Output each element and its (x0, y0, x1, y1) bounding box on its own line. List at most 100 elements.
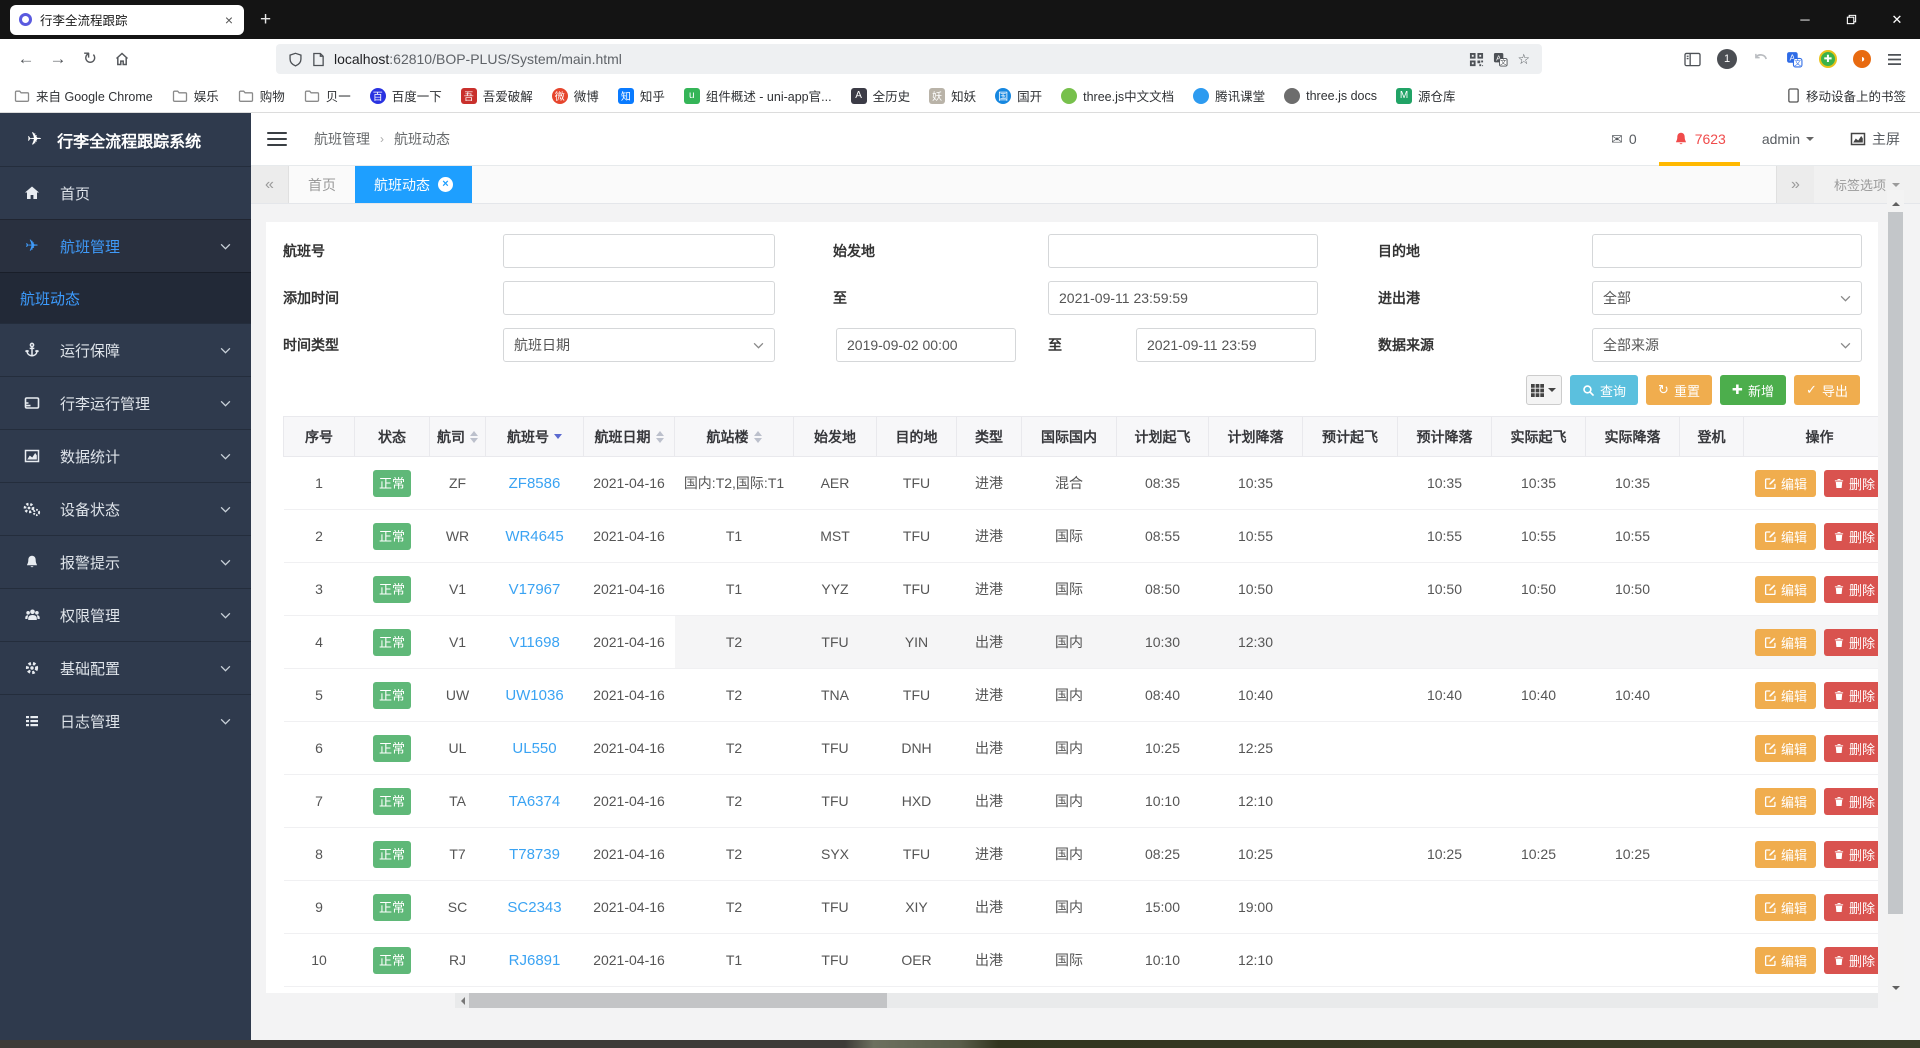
close-button[interactable]: ✕ (1874, 0, 1920, 39)
edit-button[interactable]: 编辑 (1755, 841, 1816, 868)
bookmark-item[interactable]: M源仓库 (1396, 86, 1456, 105)
tab-home[interactable]: 首页 (289, 166, 355, 203)
url-text[interactable]: localhost:62810/BOP-PLUS/System/main.htm… (334, 51, 1460, 67)
bookmark-item[interactable]: 微微博 (552, 86, 599, 105)
scroll-left-arrow-icon[interactable] (457, 997, 465, 1005)
flight-number-link[interactable]: RJ6891 (509, 952, 561, 969)
export-button[interactable]: ✓ 导出 (1794, 375, 1860, 405)
sidebar-toggle-icon[interactable] (1684, 52, 1701, 67)
flight-number-link[interactable]: SC2343 (507, 899, 561, 916)
flight-number-link[interactable]: T78739 (509, 846, 560, 863)
edit-button[interactable]: 编辑 (1755, 523, 1816, 550)
shield-icon[interactable] (288, 52, 303, 67)
destination-input[interactable] (1592, 234, 1862, 268)
edit-button[interactable]: 编辑 (1755, 735, 1816, 762)
orange-extension-icon[interactable]: ◑ (1853, 50, 1871, 68)
bookmark-item[interactable]: 吾吾爱破解 (461, 86, 533, 105)
bookmark-item[interactable]: 妖知妖 (929, 86, 976, 105)
column-header[interactable]: 航班日期 (584, 417, 675, 457)
sidebar-item-gear[interactable]: 基础配置 (0, 641, 251, 694)
edit-button[interactable]: 编辑 (1755, 576, 1816, 603)
home-icon[interactable] (106, 44, 138, 74)
delete-button[interactable]: 删除 (1824, 947, 1878, 974)
flight-number-link[interactable]: WR4645 (505, 528, 563, 545)
edit-button[interactable]: 编辑 (1755, 470, 1816, 497)
bookmark-item[interactable]: 百百度一下 (370, 86, 442, 105)
delete-button[interactable]: 删除 (1824, 841, 1878, 868)
date-to-input[interactable] (1136, 328, 1316, 362)
delete-button[interactable]: 删除 (1824, 629, 1878, 656)
edit-button[interactable]: 编辑 (1755, 788, 1816, 815)
flight-number-link[interactable]: ZF8586 (509, 475, 561, 492)
back-icon[interactable]: ← (10, 44, 42, 74)
sort-icon[interactable] (656, 431, 664, 443)
add-time-input[interactable] (503, 281, 775, 315)
new-tab-button[interactable]: + (260, 9, 271, 31)
delete-button[interactable]: 删除 (1824, 470, 1878, 497)
bookmark-folder[interactable]: 贝一 (304, 86, 351, 105)
sidebar-item-users[interactable]: 权限管理 (0, 588, 251, 641)
reset-button[interactable]: ↻ 重置 (1646, 375, 1712, 405)
flight-number-link[interactable]: TA6374 (509, 793, 560, 810)
translate-icon[interactable]: A文 (1493, 52, 1508, 67)
vertical-scrollbar[interactable] (1887, 190, 1904, 1002)
page-info-icon[interactable] (312, 52, 325, 67)
sidebar-item-home[interactable]: 首页 (0, 166, 251, 219)
extension-badge[interactable]: 1 (1717, 49, 1737, 69)
inout-port-select[interactable]: 全部 (1592, 281, 1862, 315)
bookmark-folder[interactable]: 来自 Google Chrome (14, 86, 153, 105)
bookmark-item[interactable]: 国国开 (995, 86, 1042, 105)
edit-button[interactable]: 编辑 (1755, 894, 1816, 921)
delete-button[interactable]: 删除 (1824, 523, 1878, 550)
add-time-to-input[interactable] (1048, 281, 1318, 315)
delete-button[interactable]: 删除 (1824, 735, 1878, 762)
mail-indicator[interactable]: ✉ 0 (1611, 113, 1637, 166)
maximize-button[interactable] (1828, 0, 1874, 39)
menu-icon[interactable] (1887, 53, 1902, 66)
flight-number-link[interactable]: V17967 (509, 581, 561, 598)
edit-button[interactable]: 编辑 (1755, 947, 1816, 974)
delete-button[interactable]: 删除 (1824, 894, 1878, 921)
add-button[interactable]: ✚ 新增 (1720, 375, 1786, 405)
tab-close-icon[interactable]: × (223, 12, 235, 28)
search-button[interactable]: 查询 (1570, 375, 1638, 405)
reload-icon[interactable]: ↻ (74, 44, 106, 74)
time-type-select[interactable]: 航班日期 (503, 328, 775, 362)
mobile-bookmarks[interactable]: 移动设备上的书签 (1787, 86, 1906, 105)
tabs-scroll-right-icon[interactable]: » (1776, 166, 1814, 203)
tab-options-dropdown[interactable]: 标签选项 (1814, 166, 1920, 203)
sidebar-item-plane[interactable]: ✈航班管理 (0, 219, 251, 272)
bookmark-folder[interactable]: 娱乐 (172, 86, 219, 105)
horizontal-scrollbar-thumb[interactable] (469, 993, 887, 1008)
sidebar-item-gears[interactable]: 设备状态 (0, 482, 251, 535)
scroll-down-arrow-icon[interactable] (1892, 986, 1900, 994)
origin-input[interactable] (1048, 234, 1318, 268)
delete-button[interactable]: 删除 (1824, 682, 1878, 709)
minimize-button[interactable]: ─ (1782, 0, 1828, 39)
sidebar-item-chart[interactable]: 数据统计 (0, 429, 251, 482)
sidebar-item-list[interactable]: 日志管理 (0, 694, 251, 747)
translate-extension-icon[interactable]: A文 (1786, 51, 1803, 68)
scroll-up-arrow-icon[interactable] (1892, 198, 1900, 206)
edit-button[interactable]: 编辑 (1755, 629, 1816, 656)
flight-number-link[interactable]: UL550 (512, 740, 556, 757)
column-settings-dropdown[interactable] (1526, 375, 1562, 405)
bookmark-item[interactable]: u组件概述 - uni-app官... (684, 86, 832, 105)
bookmark-folder[interactable]: 购物 (238, 86, 285, 105)
delete-button[interactable]: 删除 (1824, 576, 1878, 603)
undo-icon[interactable] (1753, 52, 1770, 67)
bookmark-item[interactable]: 知知乎 (618, 86, 665, 105)
sidebar-item-bell[interactable]: 报警提示 (0, 535, 251, 588)
sort-icon[interactable] (470, 431, 478, 443)
date-from-input[interactable] (836, 328, 1016, 362)
tab-flight-dynamics[interactable]: 航班动态 × (355, 166, 472, 203)
bookmark-item[interactable]: three.js中文文档 (1061, 86, 1174, 105)
green-extension-icon[interactable]: ✚ (1819, 50, 1837, 68)
tab-close-icon[interactable]: × (438, 177, 453, 192)
qr-code-icon[interactable] (1469, 52, 1484, 67)
bookmark-item[interactable]: 腾讯课堂 (1193, 86, 1265, 105)
browser-tab[interactable]: 行李全流程跟踪 × (10, 5, 244, 35)
main-screen-button[interactable]: 主屏 (1850, 113, 1900, 166)
sidebar-subitem[interactable]: 航班动态 (0, 272, 251, 323)
sidebar-item-card[interactable]: 行李运行管理 (0, 376, 251, 429)
